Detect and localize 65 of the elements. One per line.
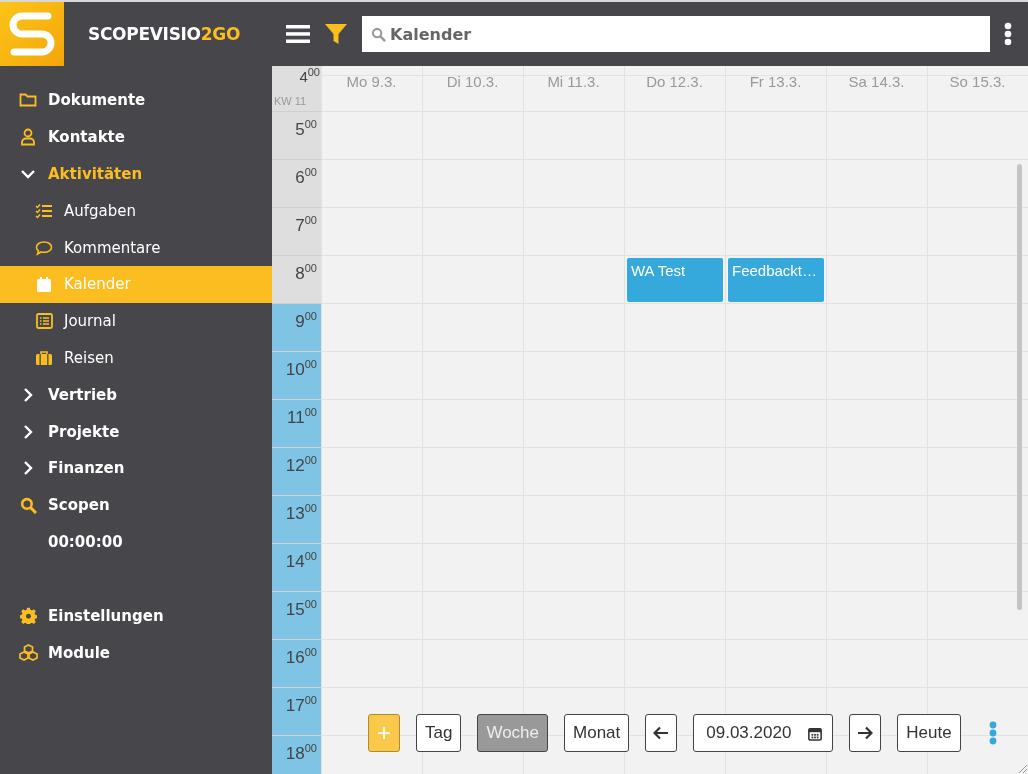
sidebar-item[interactable]: Vertrieb — [0, 376, 272, 414]
suitcase-icon — [34, 349, 54, 366]
logo-icon — [0, 2, 64, 66]
resize-grip-icon[interactable] — [1016, 762, 1028, 774]
sidebar-item[interactable]: Kontakte — [0, 118, 272, 156]
search-field[interactable]: Kalender — [362, 16, 990, 52]
hour-label: 14$^{00}$ — [272, 544, 321, 592]
timer-text: 00:00:00 — [48, 532, 123, 551]
today-button[interactable]: Heute — [897, 714, 961, 752]
sidebar-item[interactable]: Reisen — [0, 339, 272, 377]
hour-label: 7$^{00}$ — [272, 208, 321, 256]
sidebar-item[interactable]: Aufgaben — [0, 192, 272, 230]
hour-label: 6$^{00}$ — [272, 160, 321, 208]
app-title: SCOPEVISIO2GO — [87, 24, 242, 44]
person-icon — [18, 128, 38, 147]
day-header: Mi 11.3. — [546, 72, 601, 92]
sidebar-item[interactable]: Module — [0, 634, 272, 671]
folder-icon — [18, 92, 38, 109]
search-icon — [371, 27, 386, 42]
list-icon — [34, 313, 54, 330]
settings-icon — [18, 607, 38, 625]
arrow-left-icon — [653, 726, 670, 740]
sidebar-item[interactable]: Dokumente — [0, 82, 272, 119]
week-number: KW 11 — [274, 95, 307, 107]
day-header: Do 12.3. — [645, 72, 704, 92]
hour-label: 4$^{00}$ — [299, 66, 320, 85]
arrow-right-icon — [857, 726, 874, 740]
cubes-icon — [18, 644, 38, 662]
speech-bubble-icon — [34, 239, 54, 256]
sidebar-item[interactable]: Einstellungen — [0, 597, 272, 635]
filter-icon[interactable] — [324, 22, 348, 46]
hour-label: 10$^{00}$ — [272, 352, 321, 400]
view-tab[interactable]: Tag — [416, 714, 462, 752]
sidebar-item[interactable]: Aktivitäten — [0, 155, 272, 193]
sidebar-item[interactable]: Journal — [0, 302, 272, 340]
hour-label: 5$^{00}$ — [272, 112, 321, 160]
previous-button[interactable] — [645, 714, 678, 752]
hour-label: 17$^{00}$ — [272, 688, 321, 736]
day-header: Sa 14.3. — [847, 72, 906, 92]
hour-label: 9$^{00}$ — [272, 304, 321, 352]
sidebar-item[interactable]: Kommentare — [0, 229, 272, 266]
hour-label: 12$^{00}$ — [272, 448, 321, 496]
view-tab[interactable]: Monat — [564, 714, 630, 752]
hour-label: 18$^{00}$ — [272, 736, 321, 774]
hour-label: 15$^{00}$ — [272, 592, 321, 640]
day-header: Di 10.3. — [445, 72, 500, 92]
sidebar-item[interactable]: Finanzen — [0, 449, 272, 487]
day-header: So 15.3. — [948, 72, 1007, 92]
more-icon[interactable] — [1004, 22, 1012, 46]
next-button[interactable] — [849, 714, 882, 752]
day-header: Mo 9.3. — [345, 72, 398, 92]
calendar-icon — [34, 275, 54, 293]
day-header: Fr 13.3. — [748, 72, 803, 92]
hour-label: 11$^{00}$ — [272, 400, 321, 448]
hour-label: 13$^{00}$ — [272, 496, 321, 544]
menu-icon[interactable] — [286, 24, 310, 44]
sidebar-item[interactable]: Scopen — [0, 486, 272, 524]
sidebar-item[interactable]: Projekte — [0, 413, 272, 450]
calendar-icon — [808, 725, 823, 741]
hour-label: 8$^{00}$ — [272, 256, 321, 304]
checklist-icon — [34, 202, 54, 219]
hour-label: 16$^{00}$ — [272, 640, 321, 688]
search-icon — [18, 496, 38, 514]
scrollbar[interactable] — [1017, 164, 1022, 610]
date-field[interactable]: 09.03.2020 — [693, 714, 834, 752]
